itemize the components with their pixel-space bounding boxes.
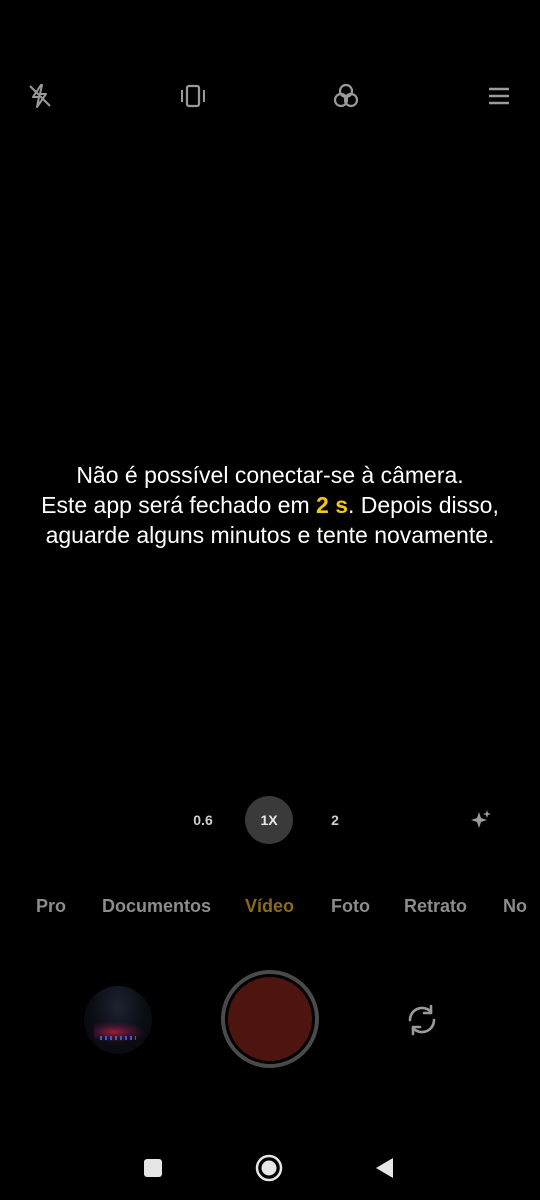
mode-retrato[interactable]: Retrato (404, 890, 467, 922)
error-line-2-suffix: . Depois disso, (348, 492, 499, 518)
error-line-1: Não é possível conectar-se à câmera. (76, 462, 464, 488)
flash-off-icon[interactable] (20, 76, 60, 116)
mode-next-partial[interactable]: No (503, 890, 527, 922)
zoom-option-2[interactable]: 2 (311, 796, 359, 844)
mode-documentos[interactable]: Documentos (102, 890, 211, 922)
mode-foto[interactable]: Foto (331, 890, 370, 922)
home-circle-icon[interactable] (245, 1144, 293, 1192)
camera-error-message: Não é possível conectar-se à câmera. Est… (0, 460, 540, 550)
stabilization-icon[interactable] (173, 76, 213, 116)
countdown-value: 2 s (316, 492, 348, 518)
zoom-selector: 0.6 1X 2 (0, 796, 540, 844)
mode-pro[interactable]: Pro (36, 890, 66, 922)
zoom-option-1x[interactable]: 1X (245, 796, 293, 844)
camera-mode-selector: Pro Documentos Vídeo Foto Retrato No (0, 890, 540, 922)
ai-sparkle-icon[interactable] (466, 804, 496, 834)
gallery-thumbnail[interactable] (84, 986, 152, 1054)
record-button[interactable] (221, 970, 319, 1068)
error-line-2: Este app será fechado em 2 s. Depois dis… (0, 490, 540, 520)
camera-top-bar (0, 76, 540, 116)
record-button-inner (228, 977, 312, 1061)
filters-icon[interactable] (326, 76, 366, 116)
menu-icon[interactable] (479, 76, 519, 116)
thumbnail-image-lights (100, 1036, 136, 1040)
mode-video[interactable]: Vídeo (245, 890, 294, 922)
zoom-option-0-6[interactable]: 0.6 (179, 796, 227, 844)
error-line-3: aguarde alguns minutos e tente novamente… (45, 522, 495, 548)
switch-camera-icon[interactable] (400, 998, 444, 1042)
back-triangle-icon[interactable] (361, 1144, 409, 1192)
error-line-2-prefix: Este app será fechado em (41, 492, 317, 518)
recents-square-icon[interactable] (129, 1144, 177, 1192)
system-navigation-bar (0, 1144, 540, 1192)
